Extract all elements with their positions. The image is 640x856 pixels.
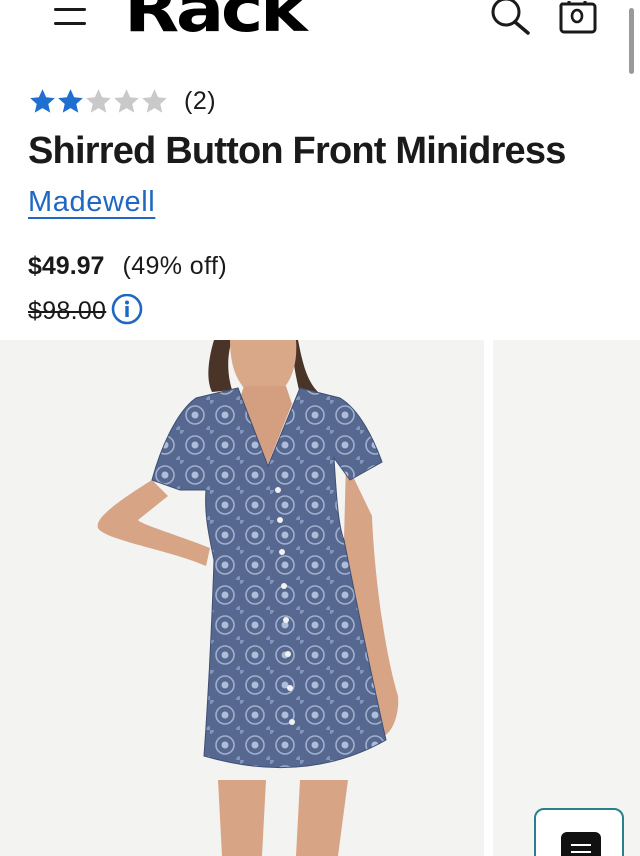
search-icon	[491, 0, 530, 35]
star-empty-icon	[142, 88, 167, 113]
star-empty-icon	[86, 88, 111, 113]
floating-list-button[interactable]	[534, 808, 624, 856]
original-price: $98.00	[28, 296, 107, 325]
product-title: Shirred Button Front Minidress	[28, 130, 566, 172]
search-button[interactable]	[488, 0, 532, 40]
product-image-next[interactable]	[493, 340, 640, 856]
product-rating[interactable]: (2)	[28, 86, 216, 116]
sale-price: $49.97	[28, 252, 105, 280]
info-icon[interactable]	[110, 294, 144, 328]
price-row: $49.97 (49% off)	[28, 252, 227, 281]
site-logo[interactable]: Rack	[124, 0, 308, 42]
original-price-row: $98.00	[28, 294, 144, 328]
brand-link[interactable]: Madewell	[28, 186, 155, 219]
star-filled-icon	[30, 88, 55, 113]
dress-model-illustration	[97, 340, 399, 856]
star-empty-icon	[114, 88, 139, 113]
product-image-gallery[interactable]	[0, 340, 640, 856]
hamburger-menu-button[interactable]	[50, 0, 94, 44]
shopping-bag-button[interactable]	[556, 0, 600, 40]
shopping-bag-icon	[559, 1, 597, 34]
review-count[interactable]: (2)	[184, 87, 216, 116]
site-header: Rack	[0, 0, 640, 62]
star-filled-icon	[58, 88, 83, 113]
product-image-main[interactable]	[0, 340, 484, 856]
menu-bar	[54, 22, 86, 25]
page-scrollbar[interactable]	[629, 8, 634, 74]
discount-percent: (49% off)	[122, 252, 228, 280]
list-icon	[561, 832, 601, 856]
menu-bar	[54, 8, 86, 11]
